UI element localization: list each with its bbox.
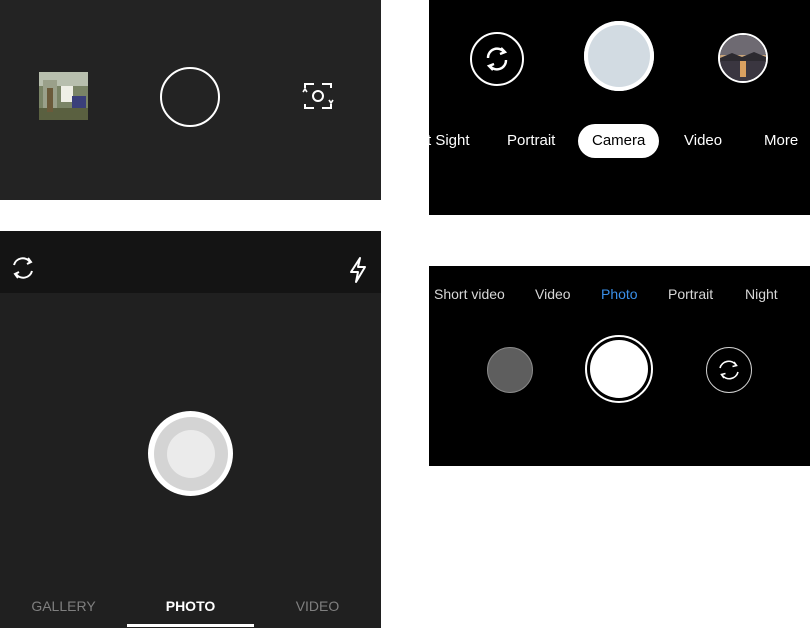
- camera-panel-b: t Sight Portrait Camera Video More: [429, 0, 810, 215]
- refresh-flip-icon[interactable]: [470, 32, 524, 86]
- sunset-thumbnail[interactable]: [718, 33, 768, 83]
- tab-video[interactable]: VIDEO: [254, 598, 381, 614]
- shutter-button[interactable]: [584, 21, 654, 91]
- shutter-center: [590, 340, 648, 398]
- mode-night-sight[interactable]: t Sight: [429, 124, 470, 158]
- shutter-ring: [153, 416, 228, 491]
- tab-gallery[interactable]: GALLERY: [0, 598, 127, 614]
- shutter-center: [166, 429, 215, 478]
- shutter-button[interactable]: [148, 411, 233, 496]
- flash-icon[interactable]: [348, 256, 368, 284]
- mode-video[interactable]: Video: [684, 124, 722, 158]
- mode-night[interactable]: Night: [745, 286, 778, 302]
- mode-selector: t Sight Portrait Camera Video More: [429, 124, 810, 158]
- camera-panel-d: Short video Video Photo Portrait Night: [429, 266, 810, 466]
- tab-photo[interactable]: PHOTO: [127, 598, 254, 614]
- top-bar: [0, 231, 381, 293]
- shutter-button[interactable]: [585, 335, 653, 403]
- mode-portrait[interactable]: Portrait: [668, 286, 713, 302]
- mode-camera[interactable]: Camera: [578, 124, 660, 158]
- camera-panel-a: [0, 0, 381, 200]
- mode-photo[interactable]: Photo: [601, 286, 638, 302]
- mode-portrait[interactable]: Portrait: [507, 124, 555, 158]
- flip-camera-icon[interactable]: [706, 347, 752, 393]
- switch-camera-icon[interactable]: [302, 81, 334, 111]
- mode-more[interactable]: More: [764, 124, 798, 158]
- mode-short-video[interactable]: Short video: [434, 286, 505, 302]
- camera-panel-c: GALLERY PHOTO VIDEO: [0, 231, 381, 628]
- flip-camera-icon[interactable]: [10, 255, 36, 281]
- shutter-button[interactable]: [160, 67, 220, 127]
- gallery-thumbnail[interactable]: [39, 72, 88, 120]
- mode-video[interactable]: Video: [535, 286, 571, 302]
- active-tab-indicator: [127, 624, 254, 627]
- gallery-thumbnail[interactable]: [487, 347, 533, 393]
